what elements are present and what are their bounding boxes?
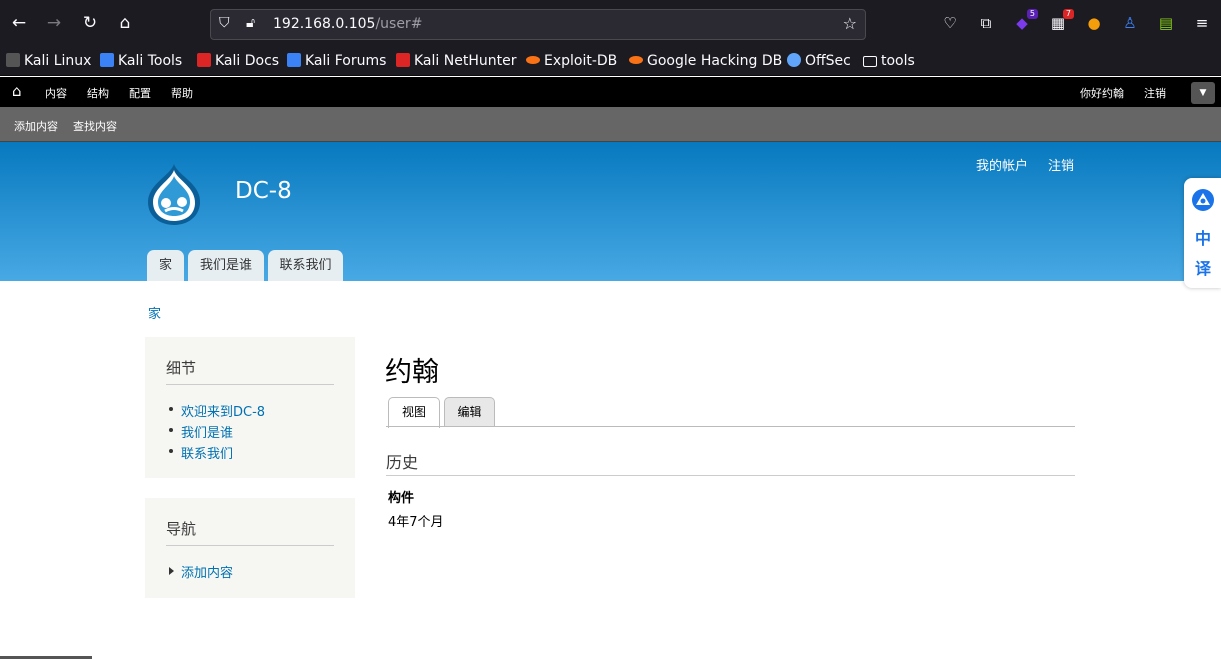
bookmark-kali-nethunter[interactable]: Kali NetHunter xyxy=(396,52,516,70)
toolbar-content[interactable]: 内容 xyxy=(45,85,67,101)
collapsed-arrow-icon xyxy=(169,567,174,575)
toolbar-drawer-toggle[interactable]: ▼ xyxy=(1191,82,1215,104)
breadcrumb[interactable]: 家 xyxy=(148,303,161,322)
field-label: 构件 xyxy=(388,491,415,506)
kali-forums-icon xyxy=(287,53,301,67)
admin-toolbar: ⌂ 内容 结构 配置 帮助 你好约翰 注销 ▼ xyxy=(0,77,1221,107)
menu-icon[interactable]: ≡ xyxy=(1192,13,1212,33)
bookmarks-bar: Kali Linux Kali Tools Kali Docs Kali For… xyxy=(0,48,1221,76)
bookmark-offsec[interactable]: OffSec xyxy=(787,52,851,70)
bookmark-star-icon[interactable]: ☆ xyxy=(843,14,857,33)
bookmark-folder-tools[interactable]: tools xyxy=(863,52,915,70)
tab-view[interactable]: 视图 xyxy=(388,397,440,428)
toolbar-structure[interactable]: 结构 xyxy=(87,85,109,101)
address-bar[interactable]: ⛉ 🔓︎ 192.168.0.105/user# ☆ xyxy=(210,9,866,40)
sidebar-navigation-block: 导航 添加内容 xyxy=(145,498,355,598)
insecure-lock-icon[interactable]: 🔓︎ xyxy=(246,15,255,31)
toolbar-greeting[interactable]: 你好约翰 xyxy=(1080,85,1124,101)
divider xyxy=(166,384,334,385)
sidebar-link-welcome[interactable]: 欢迎来到DC-8 xyxy=(181,401,265,420)
field-value: 4年7个月 xyxy=(388,515,444,530)
tabs-divider xyxy=(386,426,1075,427)
home-icon[interactable]: ⌂ xyxy=(114,12,136,34)
drupal-logo-icon[interactable] xyxy=(144,162,204,226)
bookmark-kali-linux[interactable]: Kali Linux xyxy=(6,52,91,70)
page-title: 约翰 xyxy=(385,357,439,388)
bookmark-kali-docs[interactable]: Kali Docs xyxy=(197,52,279,70)
main-menu-contact[interactable]: 联系我们 xyxy=(268,250,343,281)
main-menu-about[interactable]: 我们是谁 xyxy=(188,250,264,281)
extension-cookie-icon[interactable]: ● xyxy=(1084,13,1104,33)
offsec-icon xyxy=(787,53,801,67)
site-header: DC-8 我的帐户 注销 家 我们是谁 联系我们 xyxy=(0,142,1221,281)
sidebar-link-contact[interactable]: 联系我们 xyxy=(181,443,233,462)
shield-icon[interactable]: ⛉ xyxy=(219,15,230,31)
toolbar-help[interactable]: 帮助 xyxy=(171,85,193,101)
kali-dragon-icon xyxy=(6,53,20,67)
folder-icon xyxy=(863,56,877,67)
tab-edit[interactable]: 编辑 xyxy=(444,397,495,427)
home-icon[interactable]: ⌂ xyxy=(12,82,22,100)
kali-docs-icon xyxy=(197,53,211,67)
history-title: 历史 xyxy=(386,453,419,472)
reload-icon[interactable]: ↻ xyxy=(79,12,101,34)
bookmark-kali-forums[interactable]: Kali Forums xyxy=(287,52,386,70)
sidebar-details-block: 细节 欢迎来到DC-8 我们是谁 联系我们 xyxy=(145,337,355,478)
extension-purple-icon[interactable]: ◆ 5 xyxy=(1012,9,1038,33)
toolbar-logout[interactable]: 注销 xyxy=(1144,85,1166,101)
extension-calendar-icon[interactable]: ▦ 7 xyxy=(1048,9,1074,33)
translate-label[interactable]: 译 xyxy=(1195,255,1211,279)
block-title: 细节 xyxy=(166,359,197,377)
shortcuts-bar: 添加内容 查找内容 xyxy=(0,107,1221,142)
divider xyxy=(386,475,1075,476)
translate-zh-label[interactable]: 中 xyxy=(1195,225,1211,249)
bullet-icon xyxy=(169,407,173,411)
bullet-icon xyxy=(169,428,173,432)
main-menu-home[interactable]: 家 xyxy=(147,250,184,281)
my-account-link[interactable]: 我的帐户 xyxy=(976,155,1028,174)
nethunter-icon xyxy=(396,53,410,67)
shortcut-find-content[interactable]: 查找内容 xyxy=(73,118,117,134)
extension-notes-icon[interactable]: ▤ xyxy=(1156,13,1176,33)
block-title: 导航 xyxy=(166,520,197,538)
toolbar-configuration[interactable]: 配置 xyxy=(129,85,151,101)
bookmark-exploit-db[interactable]: Exploit-DB xyxy=(526,52,617,70)
translate-logo-icon[interactable] xyxy=(1191,188,1215,212)
divider xyxy=(166,545,334,546)
sidebar-link-about[interactable]: 我们是谁 xyxy=(181,422,233,441)
sidebar-link-add-content[interactable]: 添加内容 xyxy=(181,562,233,581)
kali-tools-icon xyxy=(100,53,114,67)
exploit-db-icon xyxy=(526,56,540,64)
bookmark-google-hacking-db[interactable]: Google Hacking DB xyxy=(629,52,782,70)
bullet-icon xyxy=(169,449,173,453)
logout-link[interactable]: 注销 xyxy=(1048,155,1074,174)
pocket-icon[interactable]: ♡ xyxy=(940,13,960,33)
extension-person-icon[interactable]: ♙ xyxy=(1120,13,1140,33)
shortcut-add-content[interactable]: 添加内容 xyxy=(14,118,58,134)
translate-widget[interactable]: 中 译 xyxy=(1184,178,1221,288)
ghdb-icon xyxy=(629,56,643,64)
back-icon[interactable]: ← xyxy=(8,12,30,34)
extensions-icon[interactable]: ⧉ xyxy=(976,13,996,33)
bookmark-kali-tools[interactable]: Kali Tools xyxy=(100,52,182,70)
browser-toolbar: ← → ↻ ⌂ ⛉ 🔓︎ 192.168.0.105/user# ☆ ♡ ⧉ ◆… xyxy=(0,0,1221,48)
forward-icon[interactable]: → xyxy=(43,12,65,34)
site-name[interactable]: DC-8 xyxy=(235,178,292,204)
url-text[interactable]: 192.168.0.105/user# xyxy=(273,16,422,32)
